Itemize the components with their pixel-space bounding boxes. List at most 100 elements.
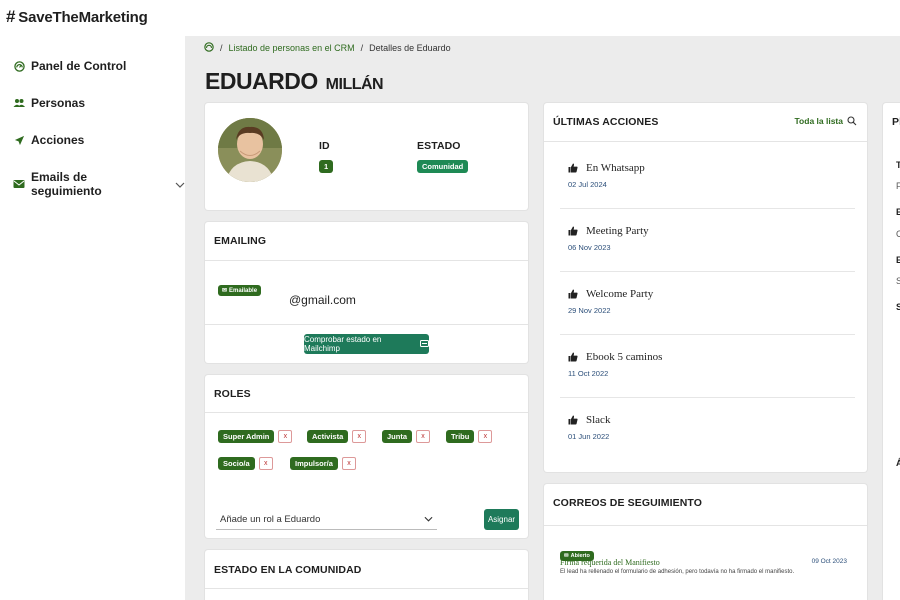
role-tag-super-admin: Super Admin x: [218, 430, 293, 443]
top-bar: # SaveTheMarketing: [0, 0, 900, 36]
action-name: Slack: [586, 414, 611, 426]
breadcrumb-separator: /: [220, 43, 223, 53]
action-item[interactable]: Slack 01 Jun 2022: [568, 414, 610, 441]
right-panel-label: E: [896, 207, 900, 217]
sidebar-item-acciones[interactable]: Acciones: [13, 133, 84, 147]
community-card: ESTADO EN LA COMUNIDAD: [205, 550, 528, 600]
add-role-placeholder: Añade un rol a Eduardo: [220, 514, 321, 525]
id-block: ID 1: [319, 140, 334, 174]
page-title: EDUARDO MILLÁN: [205, 68, 384, 95]
role-name: Socio/a: [218, 457, 255, 470]
see-all-link[interactable]: Toda la lista: [795, 116, 858, 126]
last-actions-card: ÚLTIMAS ACCIONES Toda la lista En Whatsa…: [544, 103, 867, 472]
email-icon: [13, 178, 25, 190]
email-address: @gmail.com: [289, 293, 356, 307]
role-name: Activista: [307, 430, 349, 443]
roles-card: ROLES Super Admin x Activista x Junta x Tri…: [205, 375, 528, 538]
action-item[interactable]: Welcome Party 29 Nov 2022: [568, 288, 653, 315]
remove-role-button[interactable]: x: [258, 457, 273, 470]
emailing-title: EMAILING: [214, 235, 267, 247]
see-all-label: Toda la lista: [794, 116, 844, 126]
card-icon: [420, 339, 429, 349]
remove-role-button[interactable]: x: [341, 457, 356, 470]
last-actions-title: ÚLTIMAS ACCIONES: [553, 116, 659, 128]
remove-role-button[interactable]: x: [278, 430, 293, 443]
right-panel-value: S: [896, 276, 900, 286]
id-badge: 1: [319, 160, 334, 173]
action-date: 06 Nov 2023: [568, 243, 611, 252]
community-title: ESTADO EN LA COMUNIDAD: [214, 564, 362, 576]
right-panel-label: Á: [896, 458, 900, 468]
thumbs-up-icon: [568, 289, 578, 299]
home-icon[interactable]: [204, 42, 214, 54]
brand-logo[interactable]: # SaveTheMarketing: [6, 7, 148, 27]
role-tag-impulsor: Impulsor/a x: [290, 457, 356, 470]
action-date: 11 Oct 2022: [568, 369, 609, 378]
remove-role-button[interactable]: x: [478, 430, 493, 443]
role-name: Tribu: [446, 430, 475, 443]
thumbs-up-icon: [568, 163, 578, 173]
followup-subject[interactable]: Firma requerida del Manifiesto: [560, 558, 660, 567]
action-item[interactable]: Meeting Party 06 Nov 2023: [568, 225, 649, 252]
role-name: Junta: [382, 430, 413, 443]
sidebar-item-label: Acciones: [31, 133, 85, 147]
thumbs-up-icon: [568, 226, 578, 236]
followup-title: CORREOS DE SEGUIMIENTO: [553, 497, 703, 509]
divider: [560, 208, 855, 209]
people-icon: [13, 97, 25, 109]
role-name: Impulsor/a: [290, 457, 338, 470]
role-tag-tribu: Tribu x: [446, 430, 493, 443]
sidebar: Panel de Control Personas Acciones Email…: [0, 36, 185, 600]
action-name: En Whatsapp: [586, 162, 645, 174]
sidebar-item-personas[interactable]: Personas: [13, 96, 85, 110]
action-date: 01 Jun 2022: [568, 432, 610, 441]
email-icon: ✉: [222, 288, 228, 294]
action-name: Welcome Party: [586, 288, 654, 300]
role-tag-junta: Junta x: [382, 430, 431, 443]
hash-icon: #: [6, 7, 16, 26]
chevron-down-icon[interactable]: [175, 177, 185, 191]
avatar: [218, 118, 282, 182]
add-role-select[interactable]: Añade un rol a Eduardo: [216, 510, 437, 530]
sidebar-item-label: Emails de seguimiento: [31, 170, 102, 198]
profile-card: ID 1 ESTADO Comunidad: [205, 103, 528, 210]
action-name: Ebook 5 caminos: [586, 351, 663, 363]
person-last-name: MILLÁN: [325, 76, 384, 93]
roles-title: ROLES: [214, 388, 251, 400]
divider: [205, 260, 528, 261]
check-mailchimp-button[interactable]: Comprobar estado en Mailchimp: [304, 334, 429, 354]
divider: [560, 334, 855, 335]
role-tag-socio: Socio/a x: [218, 457, 273, 470]
sidebar-item-emails-de-seguimiento[interactable]: Emails de seguimiento: [13, 170, 185, 198]
dashboard-icon: [13, 60, 25, 72]
followup-date: 09 Oct 2023: [811, 558, 847, 565]
breadcrumb-separator: /: [360, 43, 364, 53]
breadcrumb: / Listado de personas en el CRM / Detall…: [204, 42, 451, 54]
assign-role-button[interactable]: Asignar: [484, 509, 519, 530]
check-mailchimp-label: Comprobar estado en Mailchimp: [304, 335, 382, 353]
emailable-badge: ✉ Emailable: [218, 279, 262, 297]
action-item[interactable]: En Whatsapp 02 Jul 2024: [568, 162, 645, 189]
role-name: Super Admin: [218, 430, 275, 443]
right-panel-label: T: [896, 160, 900, 170]
action-name: Meeting Party: [586, 225, 649, 237]
sidebar-item-label: Panel de Control: [31, 59, 127, 73]
estado-block: ESTADO Comunidad: [417, 140, 469, 174]
remove-role-button[interactable]: x: [416, 430, 431, 443]
followup-emails-card: CORREOS DE SEGUIMIENTO ✉ Abierto Firma re…: [544, 484, 867, 600]
divider: [205, 324, 528, 325]
search-icon: [847, 116, 857, 126]
breadcrumb-link-listado[interactable]: Listado de personas en el CRM: [229, 43, 355, 53]
chevron-down-icon: [424, 514, 433, 525]
divider: [544, 525, 867, 526]
action-date: 02 Jul 2024: [568, 180, 607, 189]
divider: [560, 271, 855, 272]
brand-name: SaveTheMarketing: [18, 9, 148, 26]
remove-role-button[interactable]: x: [352, 430, 367, 443]
right-panel-value: C: [896, 229, 900, 239]
divider: [544, 141, 867, 142]
action-date: 29 Nov 2022: [568, 306, 611, 315]
sidebar-item-panel-de-control[interactable]: Panel de Control: [13, 59, 126, 73]
right-panel-partial: Pl T F E C E S S Á: [883, 103, 900, 600]
action-item[interactable]: Ebook 5 caminos 11 Oct 2022: [568, 351, 662, 378]
